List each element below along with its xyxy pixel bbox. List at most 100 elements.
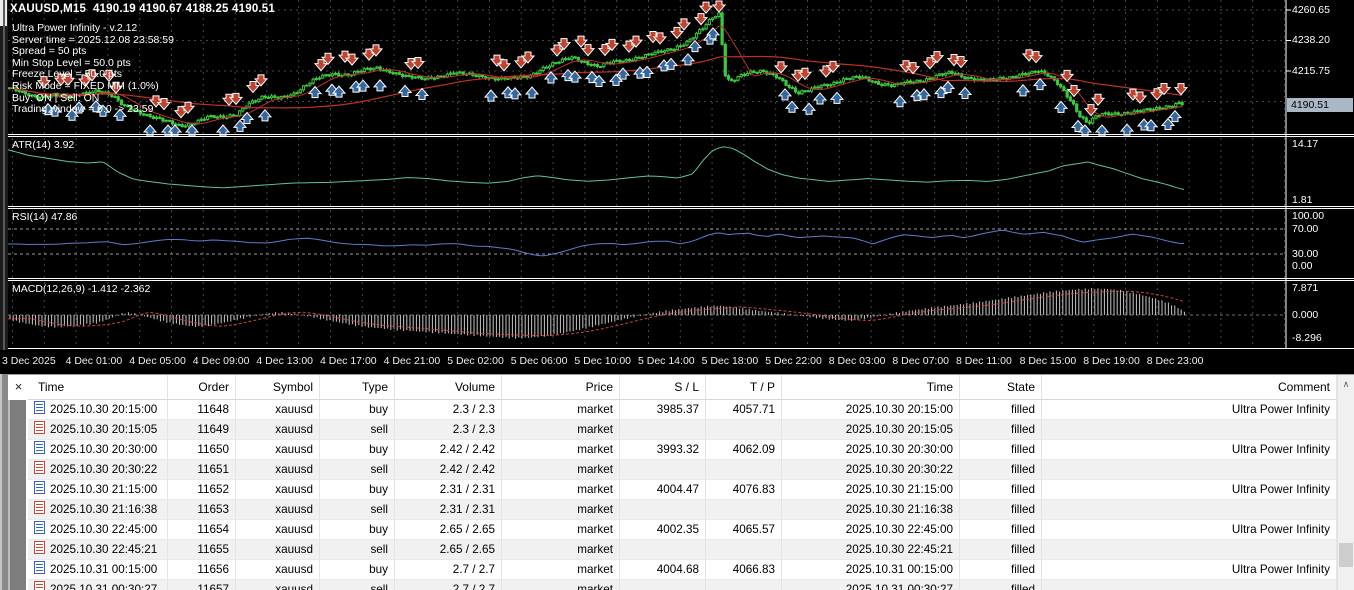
sell-order-icon [34, 581, 45, 590]
column-header-time[interactable]: Time [28, 375, 168, 400]
column-header-sl[interactable]: S / L [620, 375, 706, 400]
table-row[interactable]: 2025.10.30 20:15:00 11648 xauusd buy 2.3 / 2… [28, 400, 1337, 420]
rsi-scale-label: 30.00 [1292, 248, 1319, 260]
buy-order-icon [34, 481, 45, 494]
cell-state: filled [960, 580, 1042, 590]
toolbox-left-band [8, 400, 26, 590]
sell-arrow-icon [253, 74, 269, 87]
panel-separator [8, 348, 1354, 349]
cell-sl: 4004.47 [620, 480, 706, 499]
cell-time: 2025.10.31 00:30:27 [28, 580, 168, 590]
cell-volume: 2.42 / 2.42 [395, 440, 502, 459]
time-axis-label: 5 Dec 22:00 [765, 355, 822, 367]
sell-arrow-icon [698, 1, 714, 14]
table-row[interactable]: 2025.10.30 20:30:00 11650 xauusd buy 2.42 / … [28, 440, 1337, 460]
column-header-type[interactable]: Type [320, 375, 395, 400]
chart-canvas[interactable] [8, 0, 1354, 350]
buy-arrow-icon [892, 95, 908, 108]
cell-comment [1042, 500, 1337, 519]
table-row[interactable]: 2025.10.30 21:15:00 11652 xauusd buy 2.31 / … [28, 480, 1337, 500]
cell-symbol: xauusd [236, 540, 320, 559]
column-header-price[interactable]: Price [502, 375, 620, 400]
cell-price: market [502, 400, 620, 419]
column-header-volume[interactable]: Volume [395, 375, 502, 400]
column-header-tp[interactable]: T / P [706, 375, 782, 400]
rsi-scale-label: 0.00 [1292, 260, 1313, 272]
cell-sl: 4002.35 [620, 520, 706, 539]
buy-arrow-icon [801, 102, 817, 115]
toolbox-close-button[interactable]: × [11, 379, 26, 394]
macd-name: MACD(12,26,9) [12, 283, 85, 295]
cell-sl [620, 580, 706, 590]
cell-time2: 2025.10.30 21:15:00 [782, 480, 960, 499]
table-row[interactable]: 2025.10.30 20:30:22 11651 xauusd sell 2.42 /… [28, 460, 1337, 480]
cell-volume: 2.65 / 2.65 [395, 520, 502, 539]
scroll-up-button[interactable]: ∧ [1338, 377, 1354, 392]
table-row[interactable]: 2025.10.30 22:45:21 11655 xauusd sell 2.65 /… [28, 540, 1337, 560]
column-header-time[interactable]: Time [782, 375, 960, 400]
atr-value: 3.92 [53, 139, 75, 151]
cell-symbol: xauusd [236, 520, 320, 539]
atr-line [8, 146, 1185, 190]
sell-arrow-icon [1083, 104, 1099, 117]
rsi-scale-label: 100.00 [1292, 210, 1325, 222]
column-header-symbol[interactable]: Symbol [236, 375, 320, 400]
cell-symbol: xauusd [236, 460, 320, 479]
cell-state: filled [960, 460, 1042, 479]
cell-time2: 2025.10.30 20:15:05 [782, 420, 960, 439]
cell-time: 2025.10.30 21:16:38 [28, 500, 168, 519]
table-row[interactable]: 2025.10.30 21:16:38 11653 xauusd sell 2.31 /… [28, 500, 1337, 520]
cell-tp [706, 580, 782, 590]
cell-state: filled [960, 400, 1042, 419]
cell-sl [620, 540, 706, 559]
atr-panel-label: ATR(14) 3.92 [12, 139, 74, 151]
macd-scale-label: 0.000 [1292, 309, 1319, 321]
cell-type: sell [320, 460, 395, 479]
buy-arrow-icon [1167, 109, 1183, 123]
cell-time2: 2025.10.30 20:30:00 [782, 440, 960, 459]
buy-arrow-icon [307, 85, 323, 99]
column-header-order[interactable]: Order [168, 375, 236, 400]
scrollbar-thumb[interactable] [1339, 543, 1353, 567]
cell-price: market [502, 480, 620, 499]
cell-order: 11656 [168, 560, 236, 579]
cell-symbol: xauusd [236, 480, 320, 499]
cell-order: 11650 [168, 440, 236, 459]
table-row[interactable]: 2025.10.30 22:45:00 11654 xauusd buy 2.65 / … [28, 520, 1337, 540]
cell-time2: 2025.10.31 00:15:00 [782, 560, 960, 579]
table-scrollbar[interactable]: ∧ [1337, 375, 1354, 590]
cell-comment [1042, 460, 1337, 479]
cell-order: 11651 [168, 460, 236, 479]
cell-order: 11657 [168, 580, 236, 590]
sell-arrow-icon [580, 44, 596, 57]
time-axis-label: 5 Dec 10:00 [574, 355, 632, 367]
cell-state: filled [960, 420, 1042, 439]
cell-time2: 2025.10.30 20:15:00 [782, 400, 960, 419]
column-header-comment[interactable]: Comment [1042, 375, 1337, 400]
sell-arrow-icon [1066, 85, 1082, 98]
cell-price: market [502, 520, 620, 539]
time-axis[interactable]: 3 Dec 2025 4 Dec 01:00 4 Dec 05:00 4 Dec 09… [0, 350, 1354, 374]
time-axis-label: 4 Dec 01:00 [65, 355, 123, 367]
chart-area[interactable]: XAUUSD,M15 4190.19 4190.67 4188.25 4190.… [0, 0, 1354, 374]
cell-time: 2025.10.30 21:15:00 [28, 480, 168, 499]
cell-comment: Ultra Power Infinity [1042, 480, 1337, 499]
cell-tp: 4065.57 [706, 520, 782, 539]
macd-panel-label: MACD(12,26,9) -1.412 -2.362 [12, 283, 150, 295]
ea-info-line: Trading window = 0:0 -> 23:59 [12, 103, 154, 116]
buy-arrow-icon [483, 89, 499, 102]
chart-symbol-label: XAUUSD,M15 [10, 3, 87, 15]
time-axis-label: 5 Dec 18:00 [701, 355, 759, 367]
time-axis-label: 5 Dec 02:00 [447, 355, 504, 367]
cell-price: market [502, 460, 620, 479]
table-row[interactable]: 2025.10.31 00:15:00 11656 xauusd buy 2.7 / 2… [28, 560, 1337, 580]
panel-separator [8, 208, 1354, 209]
macd-value: -1.412 -2.362 [87, 283, 151, 295]
table-row[interactable]: 2025.10.31 00:30:27 11657 xauusd sell 2.7 / … [28, 580, 1337, 590]
price-axis-label: 4238.20 [1292, 34, 1330, 47]
cell-symbol: xauusd [236, 420, 320, 439]
column-header-state[interactable]: State [960, 375, 1042, 400]
cell-volume: 2.42 / 2.42 [395, 460, 502, 479]
table-row[interactable]: 2025.10.30 20:15:05 11649 xauusd sell 2.3 / … [28, 420, 1337, 440]
cell-comment [1042, 420, 1337, 439]
